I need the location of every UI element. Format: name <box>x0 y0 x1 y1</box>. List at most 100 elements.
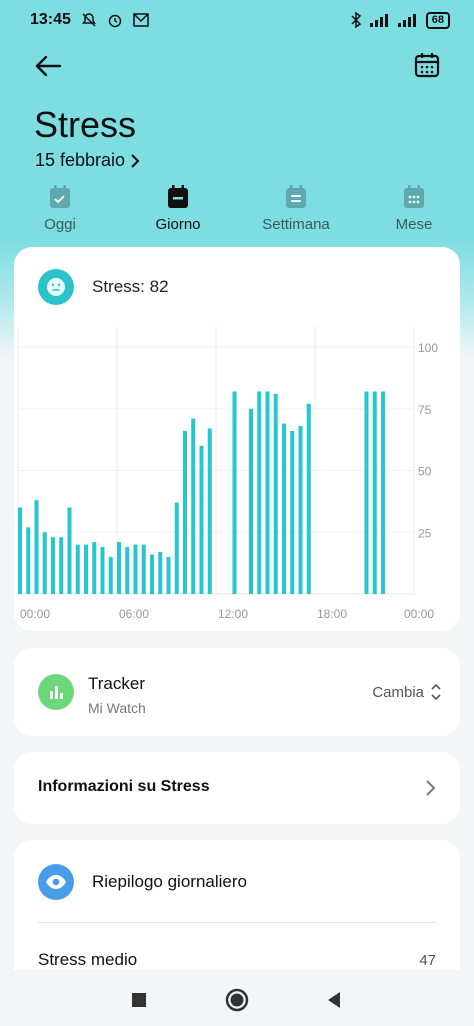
stress-chart: 100 75 50 25 00:00 06:00 12:00 18:00 00:00 <box>17 327 438 621</box>
calendar-check-icon <box>50 185 70 208</box>
x-tick-label: 00:00 <box>404 607 434 621</box>
stress-bar <box>174 502 179 594</box>
stress-bar <box>100 547 105 594</box>
signal-icon <box>369 14 388 27</box>
tracker-card: Tracker Mi Watch Cambia <box>14 648 460 736</box>
y-tick-label: 75 <box>418 403 432 417</box>
stress-bar <box>34 500 39 594</box>
bar-chart-icon <box>38 674 74 710</box>
stress-bar <box>298 426 303 594</box>
stress-bar <box>249 408 253 594</box>
avg-stress-label: Stress medio <box>38 950 138 969</box>
stress-bar <box>257 391 262 594</box>
tab-settimana[interactable]: Settimana <box>246 180 346 233</box>
change-label: Cambia <box>372 683 424 701</box>
chevron-right-icon <box>131 153 140 168</box>
x-tick-label: 00:00 <box>20 607 50 621</box>
calendar-button[interactable] <box>410 48 444 82</box>
home-button[interactable] <box>223 986 251 1014</box>
x-tick-label: 06:00 <box>119 607 149 621</box>
stress-bar <box>199 445 204 594</box>
summary-title: Riepilogo giornaliero <box>92 872 247 891</box>
page-title: Stress <box>34 104 137 145</box>
stress-value-label: Stress: 82 <box>92 277 169 296</box>
avg-stress-value: 47 <box>419 952 436 969</box>
signal-icon-2 <box>397 14 416 27</box>
stress-bar <box>117 542 121 594</box>
stress-bar <box>183 430 187 594</box>
stress-bar <box>282 423 286 594</box>
system-nav-bar <box>0 970 474 1026</box>
status-bar: 13:45 68 <box>0 0 474 40</box>
tracker-device: Mi Watch <box>88 700 146 716</box>
eye-icon <box>38 864 74 900</box>
stress-bar <box>133 544 138 594</box>
stress-bar <box>166 556 171 594</box>
chevron-right-icon <box>426 780 436 796</box>
stress-bar <box>141 544 146 594</box>
calendar-week-icon <box>286 185 306 208</box>
back-button[interactable] <box>30 48 66 84</box>
stress-bar <box>42 532 47 594</box>
stress-bar <box>364 391 369 594</box>
info-card[interactable]: Informazioni su Stress <box>14 752 460 824</box>
triangle-back-icon <box>328 992 340 1008</box>
stress-bar <box>125 547 130 594</box>
y-tick-label: 100 <box>418 341 438 355</box>
stress-bar <box>51 537 55 594</box>
mail-icon <box>133 13 149 27</box>
period-tabs: Oggi Giorno Settimana Mese <box>0 180 474 240</box>
stress-bar <box>84 544 88 594</box>
stress-bar <box>75 544 80 594</box>
stress-bar <box>18 507 22 594</box>
date-selector[interactable]: 15 febbraio <box>35 150 141 171</box>
x-tick-label: 12:00 <box>218 607 248 621</box>
stress-card: Stress: 82 100 75 50 25 00:00 06:00 12:00 18:00… <box>14 247 460 631</box>
change-tracker-button[interactable]: Cambia <box>372 682 442 702</box>
tab-mese[interactable]: Mese <box>364 180 464 233</box>
calendar-month-icon <box>404 185 424 208</box>
tab-giorno[interactable]: Giorno <box>128 180 228 233</box>
stress-bar <box>92 542 97 594</box>
stress-bar <box>290 430 295 594</box>
tab-label: Giorno <box>155 216 201 233</box>
tab-label: Settimana <box>262 216 330 233</box>
back-nav-button[interactable] <box>320 986 348 1014</box>
stress-bar <box>150 554 154 594</box>
stress-bar <box>59 537 64 594</box>
chevron-up-down-icon <box>431 683 441 701</box>
bluetooth-icon <box>351 12 361 28</box>
y-tick-label: 50 <box>418 465 432 479</box>
recent-apps-button[interactable] <box>125 986 153 1014</box>
circle-icon <box>225 988 249 1012</box>
stress-bar <box>381 391 385 594</box>
stress-bar <box>265 391 270 594</box>
y-tick-label: 25 <box>418 526 432 540</box>
arrow-left-icon <box>35 55 62 77</box>
square-icon <box>132 993 146 1007</box>
stress-bar <box>306 403 311 594</box>
tab-oggi[interactable]: Oggi <box>10 180 110 233</box>
divider <box>38 922 436 923</box>
neutral-face-icon <box>38 269 74 305</box>
tracker-title: Tracker <box>88 674 145 693</box>
battery-indicator: 68 <box>425 11 450 29</box>
status-time: 13:45 <box>30 11 71 28</box>
calendar-icon <box>414 53 440 78</box>
stress-bar <box>108 556 113 594</box>
info-label: Informazioni su Stress <box>38 778 210 795</box>
summary-card: Riepilogo giornaliero Stress medio 47 <box>14 840 460 990</box>
tab-label: Mese <box>395 216 433 233</box>
stress-bar <box>207 428 212 594</box>
date-label: 15 febbraio <box>35 150 126 170</box>
stress-bar <box>232 391 237 594</box>
stress-bar <box>158 552 163 594</box>
stress-bar <box>372 391 377 594</box>
stress-bar <box>67 507 72 594</box>
calendar-day-icon <box>168 185 188 208</box>
tab-label: Oggi <box>44 216 76 233</box>
bell-off-icon <box>81 13 96 27</box>
x-tick-label: 18:00 <box>317 607 347 621</box>
stress-bar <box>191 418 196 594</box>
alarm-icon <box>108 14 122 28</box>
